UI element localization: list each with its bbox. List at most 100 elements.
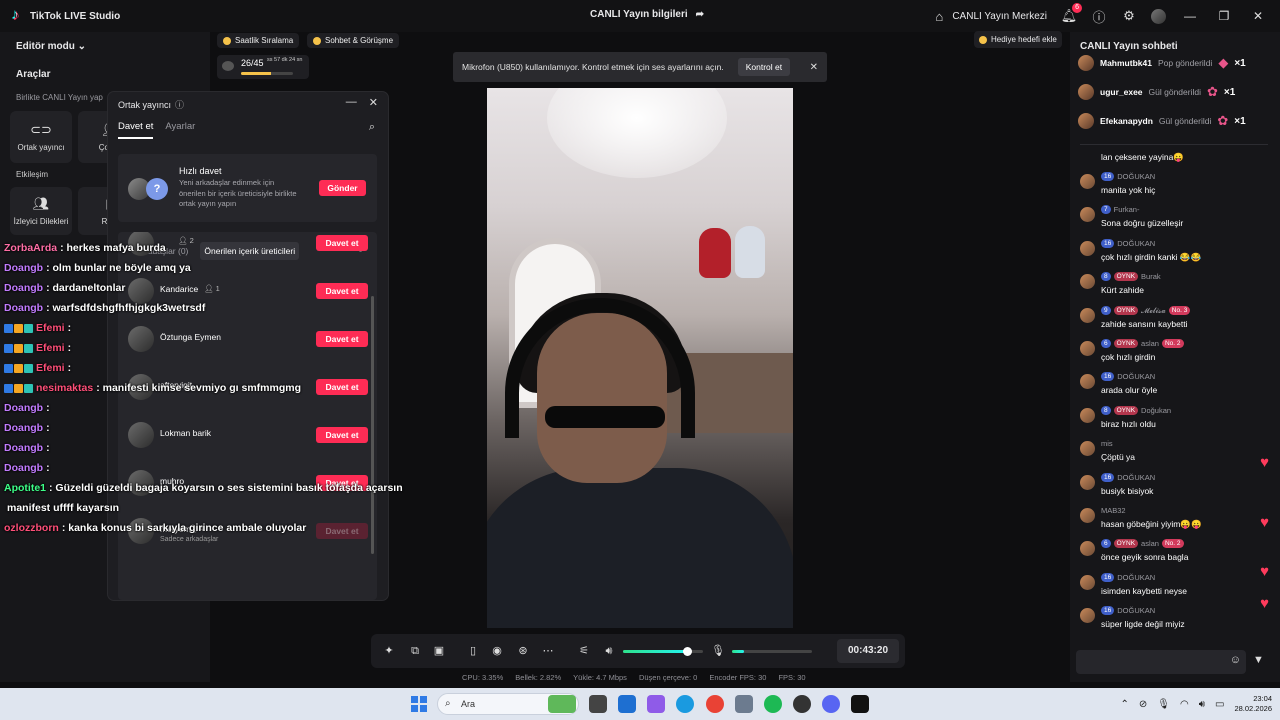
avatar — [1080, 207, 1095, 223]
overlay-message: : warfsdfdshgfhfhjgkgk3wetrsdf — [46, 302, 206, 314]
check-button[interactable]: Kontrol et — [737, 58, 791, 76]
info-icon[interactable]: ⓘ — [175, 98, 184, 111]
more-icon[interactable]: ⋯ — [540, 643, 556, 659]
volume-knob[interactable] — [683, 647, 692, 656]
ranking-progress[interactable]: 26/45 ss 57 dk 24 sn — [217, 55, 309, 79]
chat-username: DOĞUKAN — [1117, 572, 1156, 582]
volume-tray-icon[interactable]: 🔊︎ — [1199, 699, 1205, 710]
tab-settings[interactable]: Ayarlar — [165, 121, 195, 139]
viewer-wishes-tool[interactable]: 👥︎ İzleyici Dilekleri — [10, 187, 72, 235]
close-banner-icon[interactable]: ✕ — [810, 62, 818, 73]
chat-username: 𝓜𝓮𝓵𝓲𝓼𝓪 — [1141, 305, 1166, 315]
wifi-icon[interactable]: ◠ — [1180, 699, 1189, 710]
close-icon[interactable]: ✕ — [1248, 9, 1268, 23]
discord-icon[interactable] — [822, 695, 840, 713]
chat-message-header: 9 OYNK 𝓜𝓮𝓵𝓲𝓼𝓪 No. 3 — [1101, 305, 1191, 316]
edge-icon[interactable] — [676, 695, 694, 713]
overlay-chat-line: Doangb: dardaneltonlar — [4, 278, 434, 298]
gift-goal-button[interactable]: Hediye hedefi ekle — [974, 31, 1062, 48]
camera-icon[interactable]: ⊛ — [515, 643, 531, 659]
chat-text: biraz hızlı oldu — [1101, 418, 1156, 429]
bell-icon[interactable]: 🔔︎ 6 — [1061, 3, 1082, 24]
restore-icon[interactable]: ❐ — [1214, 9, 1234, 23]
live-info-button[interactable]: CANLI Yayın bilgileri ➦ — [590, 9, 704, 20]
chat-meet-pill[interactable]: Sohbet & Görüşme — [307, 33, 400, 48]
live-preview — [487, 88, 793, 628]
system-tray: ⌃ ⊘ 🎙︎ ◠ 🔊︎ ▭ 23:04 28.02.2026 — [1120, 688, 1272, 720]
volume-slider[interactable] — [623, 647, 703, 656]
avatar — [1080, 240, 1095, 256]
overlay-chat-line: Doangb: olm bunlar ne böyle amq ya — [4, 258, 434, 278]
mic-slider[interactable] — [732, 650, 812, 653]
chevron-up-icon[interactable]: ⌃ — [1120, 699, 1128, 710]
cohost-tool[interactable]: ⊂⊃ Ortak yayıncı — [10, 111, 72, 163]
editor-mode-dropdown[interactable]: Editör modu ⌄ — [16, 41, 86, 52]
overlay-message: : — [46, 462, 50, 474]
speaker-icon[interactable]: 🔊︎ — [601, 643, 617, 659]
windows-start-icon[interactable] — [411, 696, 427, 712]
spotify-icon[interactable] — [764, 695, 782, 713]
chat-text: çok hızlı girdin — [1101, 352, 1156, 362]
clock[interactable]: 23:04 28.02.2026 — [1234, 694, 1272, 714]
mic-tray-icon[interactable]: 🎙︎ — [1157, 699, 1170, 710]
fan-club-badge: OYNK — [1113, 306, 1139, 316]
overlay-message: : — [46, 442, 50, 454]
phone-icon[interactable]: ▯ — [465, 643, 481, 659]
close-panel-icon[interactable]: ✕ — [369, 96, 378, 109]
help-icon[interactable]: ⓘ — [1091, 8, 1107, 25]
overlay-username: Doangb — [4, 282, 44, 294]
send-button[interactable]: Gönder — [319, 180, 366, 196]
add-source-icon[interactable]: ⧉ — [407, 643, 423, 659]
chat-text: hasan göbeğini yiyim😛😛 — [1101, 519, 1202, 529]
sliders-icon[interactable]: ⚟ — [576, 643, 592, 659]
live-center-label: CANLI Yayın Merkezi — [952, 10, 1047, 22]
overlay-message: : Güzeldi güzeldi bagaja koyarsın o ses … — [49, 482, 403, 494]
clock-time: 23:04 — [1253, 694, 1272, 703]
overlay-username: Efemi — [36, 362, 65, 374]
live-center-button[interactable]: ⌂ CANLI Yayın Merkezi — [931, 8, 1047, 24]
app-icon[interactable] — [793, 695, 811, 713]
overlay-chat-line: Doangb: — [4, 458, 434, 478]
badge-icon — [4, 383, 13, 393]
record-icon[interactable]: ◉ — [489, 643, 505, 659]
copilot-icon[interactable] — [647, 695, 665, 713]
outlook-icon[interactable] — [618, 695, 636, 713]
minimize-panel-icon[interactable]: — — [346, 96, 357, 109]
minimize-icon[interactable]: — — [1180, 9, 1200, 23]
volume-fill — [623, 650, 687, 653]
emoji-icon[interactable]: ☺ — [1230, 654, 1241, 666]
chat-input[interactable]: ☺ — [1076, 650, 1246, 674]
avatar — [1080, 174, 1095, 189]
settings-app-icon[interactable] — [735, 695, 753, 713]
search-icon[interactable]: ⌕ — [369, 121, 375, 134]
chat-username: aslan — [1141, 539, 1159, 549]
chrome-icon[interactable] — [706, 695, 724, 713]
widget-icon[interactable] — [548, 695, 576, 713]
battery-icon[interactable]: ▭ — [1215, 699, 1224, 710]
hourly-ranking-pill[interactable]: Saatlik Sıralama — [217, 33, 300, 48]
overlay-chat-line: Apotite1: Güzeldi güzeldi bagaja koyarsı… — [4, 478, 434, 498]
task-view-icon[interactable] — [589, 695, 607, 713]
app-title: TikTok LIVE Studio — [0, 6, 121, 24]
network-icon[interactable]: ⊘ — [1139, 699, 1147, 710]
rose-gift-icon: ✿ — [1217, 113, 1229, 128]
gift-row: Mahmutbk41 Pop gönderildi ◆ ×1 — [1078, 54, 1268, 72]
overlay-chat-line: Doangb: — [4, 418, 434, 438]
tab-invite[interactable]: Davet et — [118, 121, 154, 139]
microphone-icon[interactable]: 🎙︎ — [710, 643, 726, 659]
overlay-message: : kanka konus bi sarkıyla girince ambale… — [61, 522, 307, 534]
magic-wand-icon[interactable]: ✦ — [381, 643, 397, 659]
user-badges-icon — [4, 323, 33, 333]
chat-message-header: 6 OYNK aslan No. 2 — [1101, 339, 1184, 348]
overlay-chat-line: ozlozzborn: kanka konus bi sarkıyla giri… — [4, 518, 434, 538]
badge-icon — [24, 343, 33, 353]
gear-icon[interactable]: ⚙ — [1121, 8, 1137, 24]
send-icon[interactable]: ▼ — [1253, 654, 1264, 666]
tiktok-taskbar-icon[interactable] — [851, 695, 869, 713]
overlay-username: Doangb — [4, 462, 44, 474]
layout-icon[interactable]: ▣ — [431, 643, 447, 659]
profile-avatar[interactable] — [1151, 8, 1166, 24]
notification-badge: 6 — [1072, 3, 1082, 13]
overlay-message: : — [46, 402, 50, 414]
app-name-label: TikTok LIVE Studio — [30, 10, 121, 22]
